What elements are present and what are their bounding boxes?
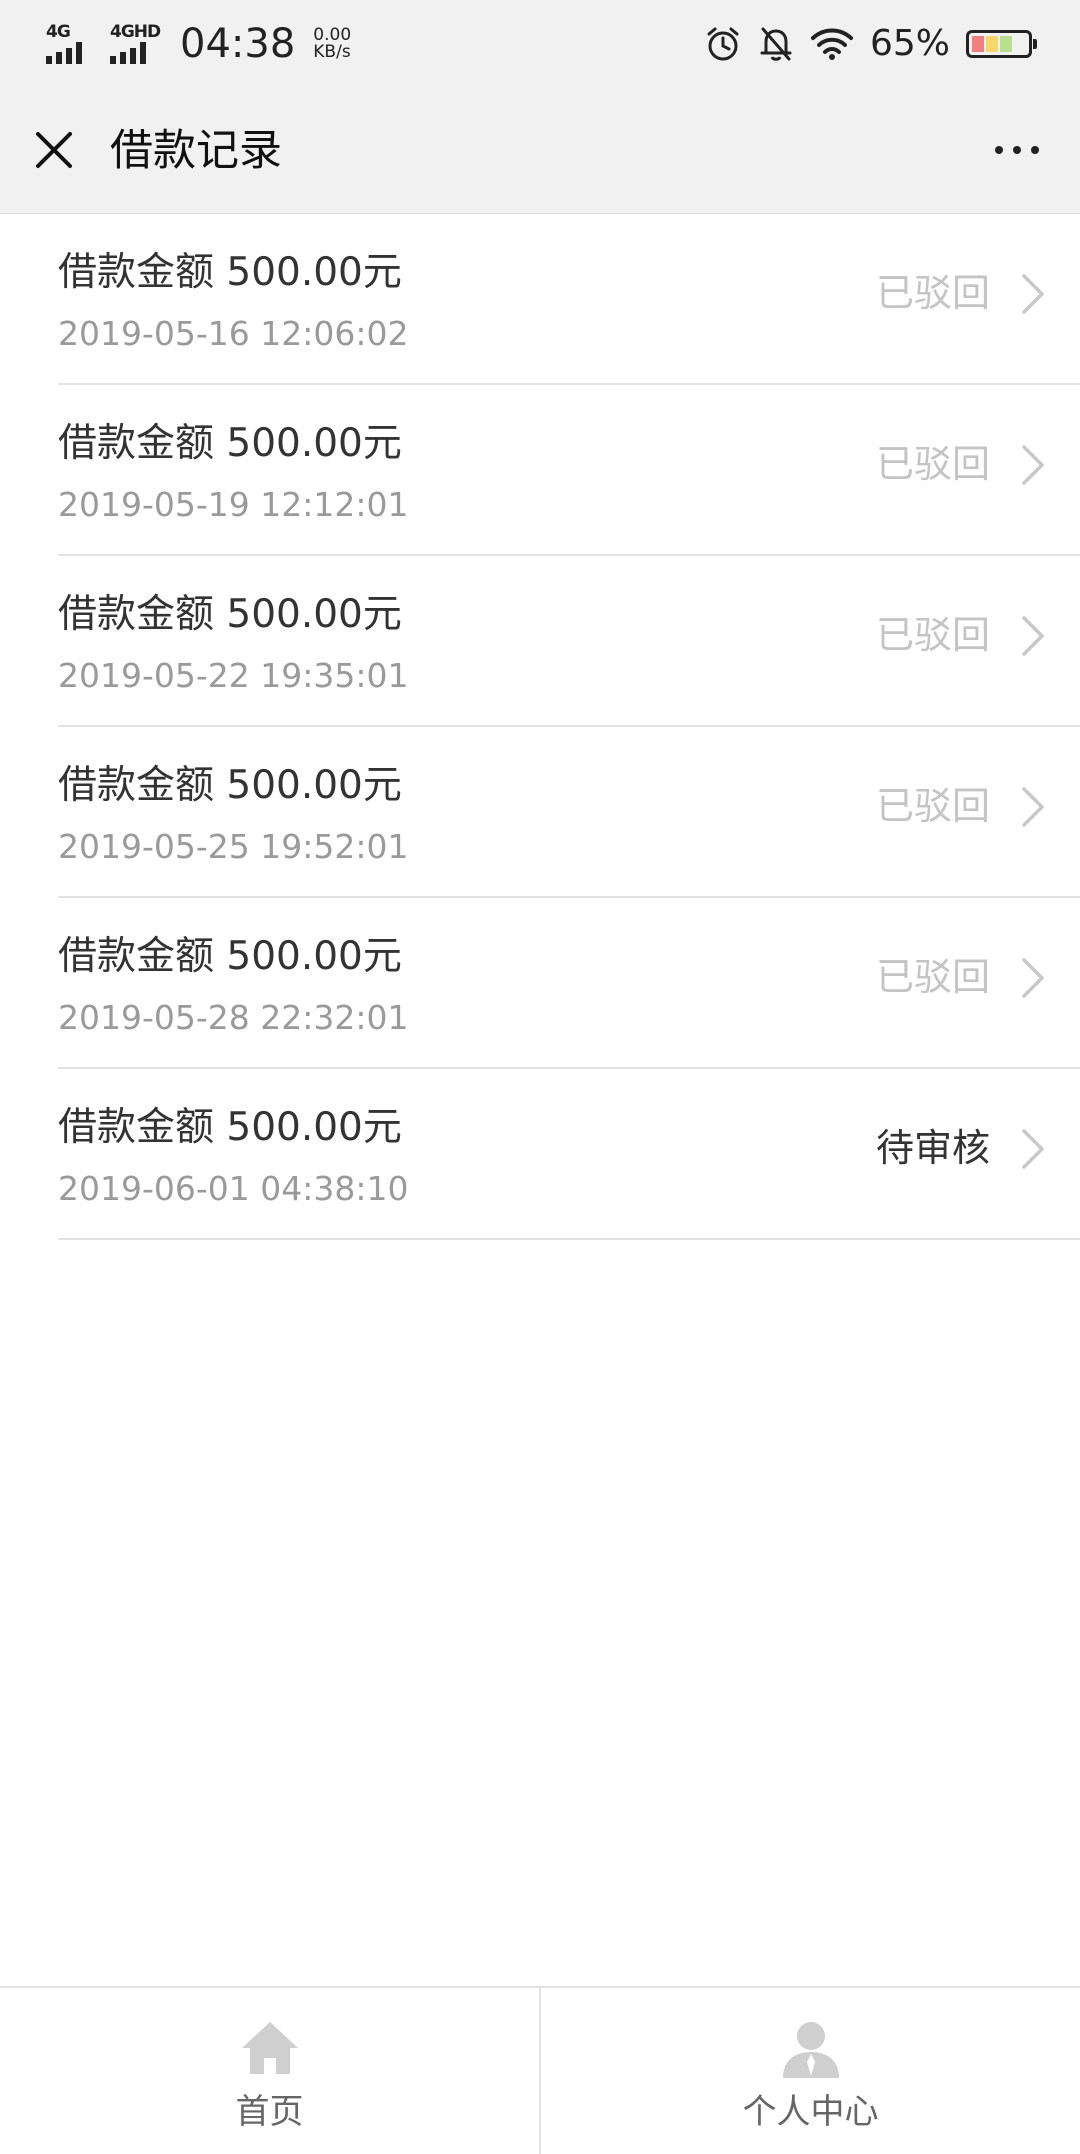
loan-status: 已驳回 — [875, 784, 990, 828]
loan-date: 2019-05-25 19:52:01 — [58, 827, 409, 866]
user-icon — [782, 2022, 839, 2078]
loan-status: 已驳回 — [875, 442, 990, 486]
tab-home-label: 首页 — [235, 2092, 304, 2132]
signal-bars-icon — [46, 42, 82, 64]
loan-record-row[interactable]: 借款金额 500.00元 2019-05-25 19:52:01 已驳回 — [0, 727, 1080, 898]
loan-date: 2019-05-16 12:06:02 — [58, 314, 409, 353]
home-icon — [241, 2022, 298, 2074]
wifi-icon — [810, 28, 853, 60]
network-speed-unit: KB/s — [313, 42, 351, 62]
chevron-right-icon — [1022, 958, 1044, 998]
battery-icon — [966, 30, 1037, 58]
battery-percent: 65% — [869, 23, 950, 64]
network-1-label: 4G — [46, 22, 71, 42]
chevron-right-icon — [1022, 616, 1044, 656]
loan-status: 已驳回 — [875, 271, 990, 315]
nav-bar: 借款记录 — [0, 88, 1080, 214]
loan-date: 2019-05-22 19:35:01 — [58, 656, 409, 695]
row-divider — [58, 1238, 1080, 1240]
loan-amount: 借款金额 500.00元 — [58, 934, 402, 979]
loan-date: 2019-05-28 22:32:01 — [58, 998, 409, 1037]
loan-amount: 借款金额 500.00元 — [58, 250, 402, 295]
loan-amount: 借款金额 500.00元 — [58, 592, 402, 637]
tab-personal-center[interactable]: 个人中心 — [539, 1988, 1080, 2154]
network-speed: 0.00 KB/s — [313, 27, 351, 61]
loan-record-row[interactable]: 借款金额 500.00元 2019-05-19 12:12:01 已驳回 — [0, 385, 1080, 556]
chevron-right-icon — [1022, 274, 1044, 314]
status-bar: 4G 4GHD 04:38 0.00 KB/s 65% — [0, 0, 1080, 88]
bottom-tab-bar: 首页 个人中心 — [0, 1986, 1080, 2154]
loan-record-row[interactable]: 借款金额 500.00元 2019-06-01 04:38:10 待审核 — [0, 1069, 1080, 1240]
loan-records-page: 4G 4GHD 04:38 0.00 KB/s 65% 借款记录 借款金额 50… — [0, 0, 1080, 2154]
page-title: 借款记录 — [110, 126, 282, 176]
loan-status: 已驳回 — [875, 955, 990, 999]
chevron-right-icon — [1022, 445, 1044, 485]
signal-bars-icon — [110, 42, 146, 64]
network-2-label: 4GHD — [110, 22, 161, 42]
clock: 04:38 — [180, 21, 296, 67]
tab-home[interactable]: 首页 — [0, 1988, 539, 2154]
close-icon[interactable] — [30, 126, 78, 174]
loan-status: 待审核 — [875, 1126, 990, 1170]
loan-amount: 借款金额 500.00元 — [58, 1105, 402, 1150]
bell-off-icon — [760, 27, 792, 61]
loan-status: 已驳回 — [875, 613, 990, 657]
loan-record-row[interactable]: 借款金额 500.00元 2019-05-28 22:32:01 已驳回 — [0, 898, 1080, 1069]
loan-amount: 借款金额 500.00元 — [58, 421, 402, 466]
loan-amount: 借款金额 500.00元 — [58, 763, 402, 808]
loan-date: 2019-05-19 12:12:01 — [58, 485, 409, 524]
more-icon[interactable] — [984, 126, 1050, 174]
signal-2: 4GHD — [110, 24, 162, 64]
loan-record-list: 借款金额 500.00元 2019-05-16 12:06:02 已驳回 借款金… — [0, 214, 1080, 1240]
loan-record-row[interactable]: 借款金额 500.00元 2019-05-16 12:06:02 已驳回 — [0, 214, 1080, 385]
chevron-right-icon — [1022, 787, 1044, 827]
tab-personal-center-label: 个人中心 — [742, 2092, 879, 2132]
status-bar-right: 65% — [704, 18, 1037, 70]
status-bar-left: 4G 4GHD 04:38 0.00 KB/s — [46, 18, 351, 70]
loan-date: 2019-06-01 04:38:10 — [58, 1169, 409, 1208]
signal-1: 4G — [46, 24, 98, 64]
loan-record-row[interactable]: 借款金额 500.00元 2019-05-22 19:35:01 已驳回 — [0, 556, 1080, 727]
alarm-icon — [707, 27, 739, 61]
chevron-right-icon — [1022, 1129, 1044, 1169]
